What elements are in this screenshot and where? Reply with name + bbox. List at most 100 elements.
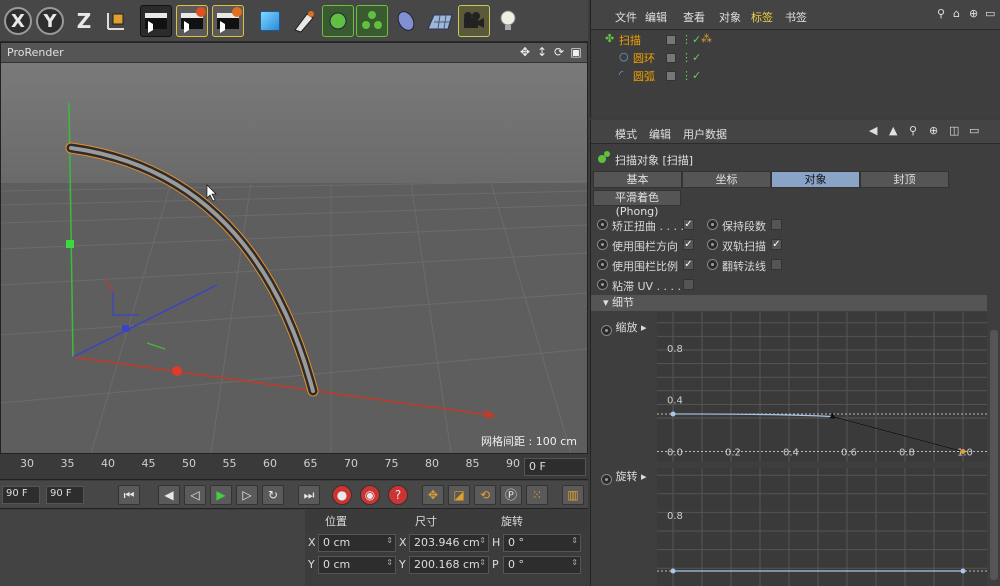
- search-icon[interactable]: ⚲: [909, 124, 917, 137]
- tab-phong[interactable]: 平滑着色(Phong): [593, 190, 681, 218]
- tab-2[interactable]: 对象: [771, 171, 860, 188]
- light-button[interactable]: [492, 5, 524, 37]
- array-button[interactable]: [356, 5, 388, 37]
- object-name[interactable]: 圆弧: [633, 68, 655, 84]
- animate-radio-icon[interactable]: [597, 259, 608, 270]
- floor-button[interactable]: [424, 5, 456, 37]
- option-checkbox[interactable]: ✓: [683, 259, 694, 270]
- key-scale-button[interactable]: ◪: [448, 485, 470, 505]
- keyframe-help-button[interactable]: ?: [388, 485, 408, 505]
- rotation-spline-graph[interactable]: 0.40.8: [657, 468, 987, 586]
- render-view-button[interactable]: [140, 5, 172, 37]
- option-left-1[interactable]: 使用围栏方向 ✓: [597, 237, 697, 253]
- option-checkbox[interactable]: ✓: [683, 219, 694, 230]
- spline-point[interactable]: [960, 568, 966, 574]
- rotation-field[interactable]: 0 ° ⇕: [503, 534, 581, 552]
- lock-icon[interactable]: ⊕: [929, 124, 938, 137]
- details-section-header[interactable]: ▾ 细节: [591, 295, 987, 311]
- rotate-view-icon[interactable]: ⟳: [552, 45, 566, 59]
- spinner-icon[interactable]: ⇕: [386, 558, 393, 567]
- spinner-icon[interactable]: ⇕: [479, 536, 486, 545]
- menu-item-am[interactable]: 用户数据: [683, 126, 727, 142]
- zoom-view-icon[interactable]: ↕: [535, 45, 549, 59]
- spinner-icon[interactable]: ⇕: [571, 536, 578, 545]
- option-right-1[interactable]: 双轨扫描 ✓: [707, 237, 787, 253]
- next-frame-button[interactable]: ▷: [236, 485, 258, 505]
- rotation-radio[interactable]: [601, 473, 612, 485]
- autokey-button[interactable]: ◉: [360, 485, 380, 505]
- visibility-check-icon[interactable]: ⋮✓: [681, 33, 701, 46]
- pen-tool-button[interactable]: [288, 5, 320, 37]
- y-axis-lock-button[interactable]: Y: [36, 7, 64, 35]
- option-checkbox[interactable]: [771, 219, 782, 230]
- tab-1[interactable]: 坐标: [682, 171, 771, 188]
- up-arrow-icon[interactable]: ▲: [889, 124, 897, 137]
- search-icon[interactable]: ⚲: [937, 7, 945, 20]
- menu-item-om[interactable]: 查看: [683, 9, 705, 25]
- size-field[interactable]: 203.946 cm ⇕: [409, 534, 489, 552]
- spinner-icon[interactable]: ⇕: [571, 558, 578, 567]
- maximize-icon[interactable]: ▭: [969, 124, 979, 137]
- option-right-2[interactable]: 翻转法线: [707, 257, 787, 273]
- play-button[interactable]: ▶: [210, 485, 232, 505]
- tab-0[interactable]: 基本: [593, 171, 682, 188]
- new-panel-icon[interactable]: ◫: [949, 124, 959, 137]
- animate-radio-icon[interactable]: [597, 219, 608, 230]
- layer-box-icon[interactable]: [666, 71, 676, 81]
- render-settings-button[interactable]: [212, 5, 244, 37]
- object-row[interactable]: ✤ 扫描 ⋮✓ ⁂: [591, 32, 1000, 50]
- 3d-viewport[interactable]: ProRender ✥ ↕ ⟳ ▣ 网格间距: 100 cm: [0, 42, 588, 454]
- camera-button[interactable]: [458, 5, 490, 37]
- key-pla-button[interactable]: ⁙: [526, 485, 548, 505]
- start-frame-field[interactable]: 90 F: [2, 486, 40, 504]
- render-to-picture-viewer-button[interactable]: [176, 5, 208, 37]
- key-rotation-button[interactable]: ⟲: [474, 485, 496, 505]
- cube-object-button[interactable]: [254, 5, 286, 37]
- key-position-button[interactable]: ✥: [422, 485, 444, 505]
- y-axis-handle[interactable]: [66, 240, 74, 248]
- go-to-end-button[interactable]: ⏭: [298, 485, 320, 505]
- phong-tag-icon[interactable]: ⁂: [701, 32, 712, 45]
- spinner-icon[interactable]: ⇕: [386, 536, 393, 545]
- rotation-field[interactable]: 0 ° ⇕: [503, 556, 581, 574]
- menu-item-om[interactable]: 编辑: [645, 9, 667, 25]
- layer-box-icon[interactable]: [666, 35, 676, 45]
- animate-radio-icon[interactable]: [597, 279, 608, 290]
- move-view-icon[interactable]: ✥: [518, 45, 532, 59]
- spline-point[interactable]: [670, 411, 676, 417]
- go-to-start-button[interactable]: ⏮: [118, 485, 140, 505]
- position-field[interactable]: 0 cm ⇕: [318, 556, 396, 574]
- size-field[interactable]: 200.168 cm ⇕: [409, 556, 489, 574]
- rotation-param[interactable]: 旋转 ▸: [601, 468, 647, 485]
- object-name[interactable]: 圆环: [633, 50, 655, 66]
- option-left-3[interactable]: 粘滞 UV . . . .: [597, 277, 697, 293]
- menu-item-am[interactable]: 编辑: [649, 126, 671, 142]
- deformer-button[interactable]: [390, 5, 422, 37]
- x-axis-lock-button[interactable]: X: [4, 7, 32, 35]
- animate-radio-icon[interactable]: [597, 239, 608, 250]
- prev-key-button[interactable]: ◀: [158, 485, 180, 505]
- toggle-view-icon[interactable]: ▣: [569, 45, 583, 59]
- record-button[interactable]: ●: [332, 485, 352, 505]
- key-param-button[interactable]: Ⓟ: [500, 485, 522, 505]
- x-axis-handle[interactable]: [172, 366, 182, 376]
- z-axis-handle[interactable]: [122, 325, 129, 332]
- option-left-2[interactable]: 使用围栏比例 ✓: [597, 257, 697, 273]
- scale-radio[interactable]: [601, 324, 612, 336]
- animate-radio-icon[interactable]: [707, 259, 718, 270]
- spinner-icon[interactable]: ⇕: [479, 558, 486, 567]
- position-field[interactable]: 0 cm ⇕: [318, 534, 396, 552]
- loop-button[interactable]: ↻: [262, 485, 284, 505]
- option-checkbox[interactable]: [771, 259, 782, 270]
- menu-item-om[interactable]: 对象: [719, 9, 741, 25]
- object-row[interactable]: ◜ 圆弧 ⋮✓: [591, 68, 1000, 86]
- option-right-0[interactable]: 保持段数: [707, 217, 787, 233]
- scale-spline-graph[interactable]: 0.40.80.00.20.40.60.81.0: [657, 312, 987, 462]
- menu-item-om[interactable]: 文件: [615, 9, 637, 25]
- object-row[interactable]: ○ 圆环 ⋮✓: [591, 50, 1000, 68]
- option-left-0[interactable]: 矫正扭曲 . . . . ✓: [597, 217, 697, 233]
- z-axis-lock-button[interactable]: Z: [68, 5, 100, 37]
- animate-radio-icon[interactable]: [707, 219, 718, 230]
- maximize-icon[interactable]: ▭: [985, 7, 995, 20]
- timeline-ruler[interactable]: 30 35 40 45 50 55 60 65 70 75 80 85 90 0 F: [0, 455, 588, 480]
